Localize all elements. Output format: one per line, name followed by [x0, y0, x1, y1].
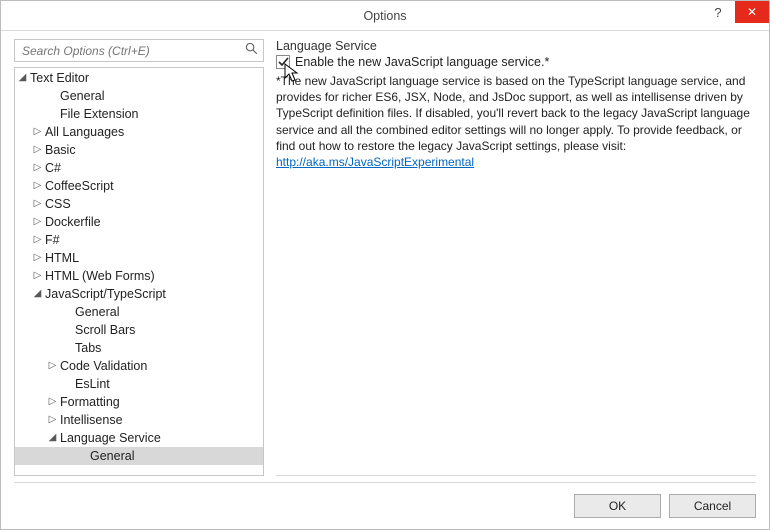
ok-button[interactable]: OK	[574, 494, 661, 518]
tree-item-label: F#	[43, 234, 60, 247]
description-link[interactable]: http://aka.ms/JavaScriptExperimental	[276, 155, 474, 169]
tree-item-tabs[interactable]: Tabs	[15, 339, 263, 357]
tree-item-label: HTML (Web Forms)	[43, 270, 155, 283]
dialog-footer: OK Cancel	[14, 482, 756, 518]
chevron-right-icon: ▷	[32, 217, 43, 227]
tree-item-label: HTML	[43, 252, 79, 265]
tree-item-all-languages[interactable]: ▷All Languages	[15, 123, 263, 141]
chevron-right-icon: ▷	[47, 397, 58, 407]
tree-item-intellisense[interactable]: ▷Intellisense	[15, 411, 263, 429]
chevron-right-icon: ▷	[47, 361, 58, 371]
tree-item-label: JavaScript/TypeScript	[43, 288, 166, 301]
enable-language-service-row: Enable the new JavaScript language servi…	[276, 55, 756, 69]
tree-item-label: Dockerfile	[43, 216, 101, 229]
tree-item-eslint[interactable]: EsLint	[15, 375, 263, 393]
tree-item-basic[interactable]: ▷Basic	[15, 141, 263, 159]
cancel-button[interactable]: Cancel	[669, 494, 756, 518]
chevron-right-icon: ▷	[32, 145, 43, 155]
close-button[interactable]: ✕	[735, 1, 769, 23]
left-column: ◢Text EditorGeneralFile Extension▷All La…	[14, 39, 264, 476]
chevron-right-icon: ▷	[32, 235, 43, 245]
chevron-right-icon: ▷	[32, 127, 43, 137]
tree-item-label: EsLint	[73, 378, 110, 391]
options-tree: ◢Text EditorGeneralFile Extension▷All La…	[15, 68, 263, 466]
search-icon	[245, 42, 258, 60]
tree-item-css[interactable]: ▷CSS	[15, 195, 263, 213]
dialog-body: ◢Text EditorGeneralFile Extension▷All La…	[1, 31, 769, 529]
tree-item-label: Scroll Bars	[73, 324, 135, 337]
tree-item-code-validation[interactable]: ▷Code Validation	[15, 357, 263, 375]
tree-item-label: General	[88, 450, 134, 463]
chevron-right-icon: ▷	[32, 163, 43, 173]
tree-item-label: Code Validation	[58, 360, 147, 373]
tree-item-file-extension[interactable]: File Extension	[15, 105, 263, 123]
checkbox-label: Enable the new JavaScript language servi…	[295, 55, 549, 69]
tree-item-scroll-bars[interactable]: Scroll Bars	[15, 321, 263, 339]
chevron-right-icon: ▷	[47, 415, 58, 425]
tree-item-label: C#	[43, 162, 61, 175]
tree-item-general[interactable]: General	[15, 303, 263, 321]
tree-item-label: Intellisense	[58, 414, 123, 427]
chevron-down-icon: ◢	[32, 289, 43, 299]
options-dialog: Options ? ✕ ◢Text EditorGeneralFile Exte…	[0, 0, 770, 530]
chevron-right-icon: ▷	[32, 181, 43, 191]
description-text: *The new JavaScript language service is …	[276, 73, 756, 170]
tree-item-f-[interactable]: ▷F#	[15, 231, 263, 249]
tree-item-label: General	[73, 306, 119, 319]
search-input[interactable]	[20, 43, 245, 59]
chevron-right-icon: ▷	[32, 199, 43, 209]
main-row: ◢Text EditorGeneralFile Extension▷All La…	[14, 39, 756, 476]
tree-item-c-[interactable]: ▷C#	[15, 159, 263, 177]
tree-item-coffeescript[interactable]: ▷CoffeeScript	[15, 177, 263, 195]
right-column: Language Service Enable the new JavaScri…	[276, 39, 756, 476]
chevron-down-icon: ◢	[17, 73, 28, 83]
help-button[interactable]: ?	[701, 1, 735, 23]
tree-item-label: Formatting	[58, 396, 120, 409]
panel-divider	[276, 475, 756, 476]
tree-item-label: All Languages	[43, 126, 124, 139]
chevron-right-icon: ▷	[32, 271, 43, 281]
tree-item-general[interactable]: General	[15, 87, 263, 105]
section-heading: Language Service	[276, 39, 756, 53]
enable-language-service-checkbox[interactable]	[276, 55, 290, 69]
tree-item-label: Tabs	[73, 342, 101, 355]
window-controls: ? ✕	[701, 1, 769, 23]
tree-panel[interactable]: ◢Text EditorGeneralFile Extension▷All La…	[14, 67, 264, 476]
tree-item-label: CoffeeScript	[43, 180, 114, 193]
tree-item-label: Text Editor	[28, 72, 89, 85]
chevron-right-icon: ▷	[32, 253, 43, 263]
window-title: Options	[1, 9, 769, 23]
tree-item-general[interactable]: General	[15, 447, 263, 465]
chevron-down-icon: ◢	[47, 433, 58, 443]
tree-item-text-editor[interactable]: ◢Text Editor	[15, 69, 263, 87]
search-box[interactable]	[14, 39, 264, 62]
tree-item-html-web-forms-[interactable]: ▷HTML (Web Forms)	[15, 267, 263, 285]
tree-item-javascript-typescript[interactable]: ◢JavaScript/TypeScript	[15, 285, 263, 303]
description-prefix: *The new JavaScript language service is …	[276, 74, 750, 153]
tree-item-label: General	[58, 90, 104, 103]
titlebar: Options ? ✕	[1, 1, 769, 31]
tree-item-label: Language Service	[58, 432, 161, 445]
tree-item-language-service[interactable]: ◢Language Service	[15, 429, 263, 447]
tree-item-label: Basic	[43, 144, 76, 157]
tree-item-label: CSS	[43, 198, 71, 211]
tree-item-dockerfile[interactable]: ▷Dockerfile	[15, 213, 263, 231]
tree-item-html[interactable]: ▷HTML	[15, 249, 263, 267]
tree-item-formatting[interactable]: ▷Formatting	[15, 393, 263, 411]
tree-item-label: File Extension	[58, 108, 139, 121]
